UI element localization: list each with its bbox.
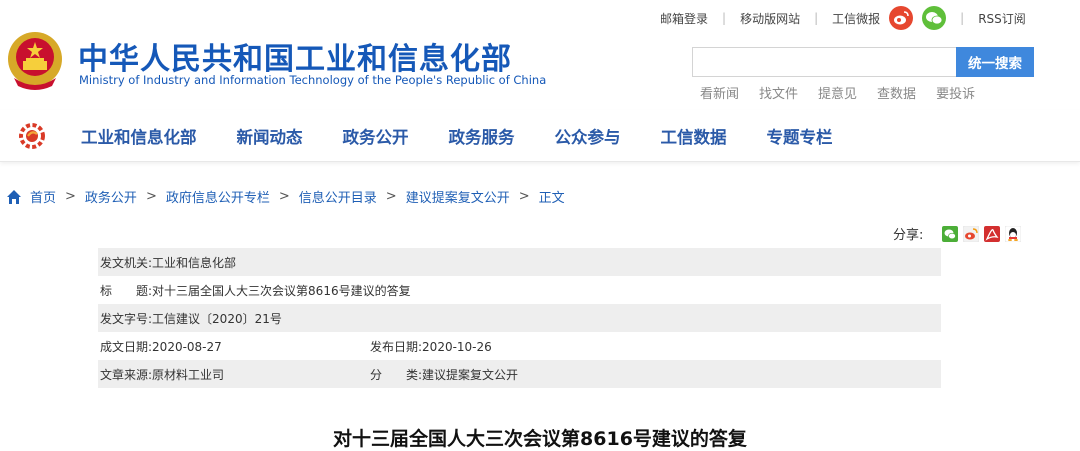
unified-search-button[interactable]: 统一搜索 [956, 47, 1034, 77]
nav-item-news[interactable]: 新闻动态 [237, 124, 303, 148]
divider: | [722, 11, 727, 25]
wechat-icon[interactable] [922, 6, 947, 30]
mobile-site-link[interactable]: 移动版网站 [740, 10, 800, 27]
source-value: 原材料工业司 [152, 367, 225, 382]
rss-link[interactable]: RSS订阅 [978, 10, 1026, 27]
breadcrumb-separator: > [385, 189, 397, 204]
meta-row-source: 文章来源:原材料工业司 分 类:建议提案复文公开 [98, 360, 941, 388]
category-label: 分 类: [370, 367, 423, 382]
nav-item-data[interactable]: 工信数据 [661, 124, 727, 148]
breadcrumb: 首页 > 政务公开 > 政府信息公开专栏 > 信息公开目录 > 建议提案复文公开… [6, 187, 565, 206]
category-value: 建议提案复文公开 [422, 367, 519, 382]
search-input[interactable] [692, 47, 956, 77]
meta-row-dates: 成文日期:2020-08-27 发布日期:2020-10-26 [98, 332, 941, 360]
weibo-icon[interactable] [963, 225, 980, 242]
meta-row-doc-number: 发文字号:工信建议〔2020〕21号 [98, 304, 941, 332]
created-date-label: 成文日期: [100, 339, 153, 354]
share-bar: 分享: [893, 224, 1022, 243]
issuer-value: 工业和信息化部 [152, 255, 237, 270]
nav-item-public-participation[interactable]: 公众参与 [555, 124, 621, 148]
nav-item-government-affairs[interactable]: 政务公开 [343, 124, 409, 148]
site-header: 中华人民共和国工业和信息化部 Ministry of Industry and … [0, 0, 1080, 110]
quicklink-data[interactable]: 查数据 [877, 83, 916, 102]
doc-number-label: 发文字号: [100, 311, 153, 326]
created-date-field: 成文日期:2020-08-27 [100, 338, 370, 355]
nav-item-topics[interactable]: 专题专栏 [767, 124, 833, 148]
title-label: 标 题: [100, 283, 153, 298]
top-links: 邮箱登录 | 移动版网站 | 工信微报 | RSS订阅 [660, 4, 1026, 32]
breadcrumb-current: 正文 [538, 191, 565, 206]
breadcrumb-proposal-replies[interactable]: 建议提案复文公开 [406, 187, 510, 206]
quicklink-complaint[interactable]: 要投诉 [936, 83, 975, 102]
divider: | [814, 11, 819, 25]
published-date-field: 发布日期:2020-10-26 [370, 338, 492, 355]
breadcrumb-separator: > [145, 189, 157, 204]
breadcrumb-separator: > [278, 189, 290, 204]
published-date-value: 2020-10-26 [422, 339, 492, 354]
pdf-icon[interactable] [984, 225, 1001, 242]
breadcrumb-separator: > [65, 189, 76, 204]
breadcrumb-separator: > [518, 189, 530, 204]
share-label: 分享: [893, 228, 924, 243]
site-title[interactable]: 中华人民共和国工业和信息化部 [78, 34, 512, 78]
site-subtitle: Ministry of Industry and Information Tec… [79, 73, 547, 87]
breadcrumb-info-disclosure[interactable]: 政府信息公开专栏 [166, 187, 270, 206]
qq-icon[interactable] [1005, 225, 1022, 242]
breadcrumb-government-affairs[interactable]: 政务公开 [85, 187, 137, 206]
divider: | [960, 11, 965, 25]
category-field: 分 类:建议提案复文公开 [370, 366, 518, 383]
quicklink-feedback[interactable]: 提意见 [818, 83, 857, 102]
issuer-label: 发文机关: [100, 255, 153, 270]
main-nav: 工业和信息化部 新闻动态 政务公开 政务服务 公众参与 工信数据 专题专栏 [0, 110, 1080, 162]
document-metadata: 发文机关:工业和信息化部 标 题:对十三届全国人大三次会议第8616号建议的答复… [98, 248, 941, 388]
home-icon[interactable] [6, 189, 22, 205]
quicklink-documents[interactable]: 找文件 [759, 83, 798, 102]
title-value: 对十三届全国人大三次会议第8616号建议的答复 [152, 283, 411, 298]
nav-item-services[interactable]: 政务服务 [449, 124, 515, 148]
published-date-label: 发布日期: [370, 339, 423, 354]
meta-row-title: 标 题:对十三届全国人大三次会议第8616号建议的答复 [98, 276, 941, 304]
meta-row-issuer: 发文机关:工业和信息化部 [98, 248, 941, 276]
created-date-value: 2020-08-27 [152, 339, 222, 354]
source-label: 文章来源: [100, 367, 153, 382]
gear-logo-icon[interactable] [18, 122, 46, 150]
source-field: 文章来源:原材料工业司 [100, 366, 370, 383]
nav-item-ministry[interactable]: 工业和信息化部 [81, 124, 197, 148]
doc-number-field: 发文字号:工信建议〔2020〕21号 [100, 310, 282, 327]
national-emblem-icon[interactable] [6, 30, 64, 92]
weibo-icon[interactable] [889, 6, 914, 30]
quick-links: 看新闻 找文件 提意见 查数据 要投诉 [700, 83, 995, 102]
doc-number-value: 工信建议〔2020〕21号 [152, 311, 282, 326]
breadcrumb-catalog[interactable]: 信息公开目录 [299, 187, 377, 206]
weibo-report-link[interactable]: 工信微报 [832, 10, 880, 27]
quicklink-news[interactable]: 看新闻 [700, 83, 739, 102]
title-field: 标 题:对十三届全国人大三次会议第8616号建议的答复 [100, 282, 411, 299]
breadcrumb-home[interactable]: 首页 [30, 187, 56, 206]
issuer-field: 发文机关:工业和信息化部 [100, 254, 236, 271]
article-title: 对十三届全国人大三次会议第8616号建议的答复 [333, 428, 747, 450]
wechat-icon[interactable] [942, 225, 959, 242]
mail-login-link[interactable]: 邮箱登录 [660, 10, 708, 27]
nav-items: 工业和信息化部 新闻动态 政务公开 政务服务 公众参与 工信数据 专题专栏 [81, 110, 873, 162]
